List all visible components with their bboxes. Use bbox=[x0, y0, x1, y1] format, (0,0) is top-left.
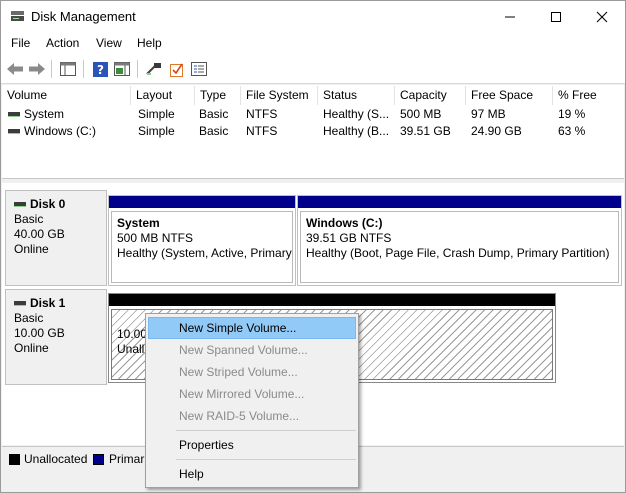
unallocated-partition-bar bbox=[109, 294, 555, 306]
column-header-file-system[interactable]: File System bbox=[241, 86, 318, 105]
column-header-volume[interactable]: Volume bbox=[2, 86, 131, 105]
volume-capacity: 500 MB bbox=[400, 107, 442, 121]
volume-layout: Simple bbox=[138, 107, 175, 121]
disk-type: Basic bbox=[14, 311, 44, 325]
menu-item-new-striped-volume[interactable]: New Striped Volume... bbox=[148, 361, 356, 383]
partition-windows-c[interactable]: Windows (C:) 39.51 GB NTFS Healthy (Boot… bbox=[297, 195, 622, 286]
console-tree-icon[interactable] bbox=[58, 59, 78, 79]
partition-status: Healthy (Boot, Page File, Crash Dump, Pr… bbox=[306, 246, 610, 260]
maximize-button[interactable] bbox=[533, 1, 579, 32]
partition-name: System bbox=[117, 216, 160, 230]
disk-size: 40.00 GB bbox=[14, 227, 65, 241]
show-hide-action-pane-icon[interactable] bbox=[112, 59, 132, 79]
column-header-free-space[interactable]: Free Space bbox=[466, 86, 553, 105]
window-title: Disk Management bbox=[31, 9, 136, 24]
context-menu: New Simple Volume... New Spanned Volume.… bbox=[145, 313, 359, 488]
toolbar: ? bbox=[1, 54, 625, 84]
column-header-status[interactable]: Status bbox=[318, 86, 395, 105]
toolbar-separator bbox=[83, 60, 84, 78]
menu-item-new-spanned-volume[interactable]: New Spanned Volume... bbox=[148, 339, 356, 361]
disk-icon bbox=[14, 301, 26, 306]
table-row[interactable]: Windows (C:) Simple Basic NTFS Healthy (… bbox=[2, 123, 624, 140]
volume-type: Basic bbox=[199, 124, 229, 138]
menu-item-new-mirrored-volume[interactable]: New Mirrored Volume... bbox=[148, 383, 356, 405]
volume-percent-free: 63 % bbox=[558, 124, 586, 138]
primary-partition-bar bbox=[298, 196, 621, 208]
menu-separator bbox=[176, 459, 356, 460]
disk-management-window: Disk Management File Action View Help ? bbox=[0, 0, 626, 493]
back-arrow-icon[interactable] bbox=[5, 59, 25, 79]
primary-legend-swatch bbox=[93, 454, 104, 465]
volume-capacity: 39.51 GB bbox=[400, 124, 451, 138]
disk-name: Disk 0 bbox=[30, 197, 66, 211]
disk-type: Basic bbox=[14, 212, 44, 226]
partition-name: Windows (C:) bbox=[306, 216, 383, 230]
column-header-capacity[interactable]: Capacity bbox=[395, 86, 466, 105]
primary-partition-bar bbox=[109, 196, 295, 208]
unallocated-legend-label: Unallocated bbox=[24, 452, 88, 466]
volume-free-space: 24.90 GB bbox=[471, 124, 522, 138]
menu-help[interactable]: Help bbox=[137, 36, 162, 50]
menu-action[interactable]: Action bbox=[46, 36, 79, 50]
volume-status: Healthy (S... bbox=[323, 107, 390, 121]
toolbar-separator bbox=[51, 60, 52, 78]
help-icon[interactable]: ? bbox=[90, 59, 110, 79]
close-button[interactable] bbox=[579, 1, 625, 32]
toolbar-separator bbox=[137, 60, 138, 78]
volume-free-space: 97 MB bbox=[471, 107, 506, 121]
volume-name: System bbox=[24, 107, 65, 121]
checklist-icon[interactable] bbox=[167, 59, 187, 79]
unallocated-legend-swatch bbox=[9, 454, 20, 465]
volume-icon bbox=[8, 112, 20, 117]
title-bar[interactable]: Disk Management bbox=[1, 1, 625, 32]
connect-drive-icon[interactable] bbox=[144, 59, 164, 79]
column-header-layout[interactable]: Layout bbox=[131, 86, 195, 105]
minimize-button[interactable] bbox=[487, 1, 533, 32]
disk-management-app-icon bbox=[10, 10, 25, 23]
volume-list: Volume Layout Type File System Status Ca… bbox=[2, 85, 624, 179]
menu-item-new-simple-volume[interactable]: New Simple Volume... bbox=[148, 317, 356, 339]
volume-layout: Simple bbox=[138, 124, 175, 138]
volume-name: Windows (C:) bbox=[24, 124, 97, 138]
volume-icon bbox=[8, 129, 20, 134]
column-header-percent-free[interactable]: % Free bbox=[553, 86, 624, 105]
partition-system[interactable]: System 500 MB NTFS Healthy (System, Acti… bbox=[108, 195, 296, 286]
properties-list-icon[interactable] bbox=[189, 59, 209, 79]
menu-item-properties[interactable]: Properties bbox=[148, 434, 356, 456]
primary-legend-label: Primar bbox=[109, 452, 145, 466]
disk-status: Online bbox=[14, 341, 49, 355]
svg-text:?: ? bbox=[97, 63, 104, 77]
volume-list-header: Volume Layout Type File System Status Ca… bbox=[2, 86, 624, 105]
menu-separator bbox=[176, 430, 356, 431]
menu-file[interactable]: File bbox=[11, 36, 30, 50]
menu-view[interactable]: View bbox=[96, 36, 122, 50]
disk-name: Disk 1 bbox=[30, 296, 66, 310]
partition-status: Healthy (System, Active, Primary bbox=[117, 246, 292, 260]
disk-status: Online bbox=[14, 242, 49, 256]
partition-size: 39.51 GB NTFS bbox=[306, 231, 392, 245]
volume-type: Basic bbox=[199, 107, 229, 121]
column-header-type[interactable]: Type bbox=[195, 86, 241, 105]
menu-bar: File Action View Help bbox=[1, 32, 625, 54]
disk-size: 10.00 GB bbox=[14, 326, 65, 340]
disk-0-label[interactable]: Disk 0 Basic 40.00 GB Online bbox=[5, 190, 107, 286]
volume-percent-free: 19 % bbox=[558, 107, 586, 121]
menu-item-new-raid5-volume[interactable]: New RAID-5 Volume... bbox=[148, 405, 356, 427]
table-row[interactable]: System Simple Basic NTFS Healthy (S... 5… bbox=[2, 106, 624, 123]
forward-arrow-icon[interactable] bbox=[27, 59, 47, 79]
volume-status: Healthy (B... bbox=[323, 124, 390, 138]
volume-file-system: NTFS bbox=[246, 124, 278, 138]
disk-1-label[interactable]: Disk 1 Basic 10.00 GB Online bbox=[5, 289, 107, 385]
disk-icon bbox=[14, 202, 26, 207]
menu-item-help[interactable]: Help bbox=[148, 463, 356, 485]
partition-size: 500 MB NTFS bbox=[117, 231, 194, 245]
volume-file-system: NTFS bbox=[246, 107, 278, 121]
